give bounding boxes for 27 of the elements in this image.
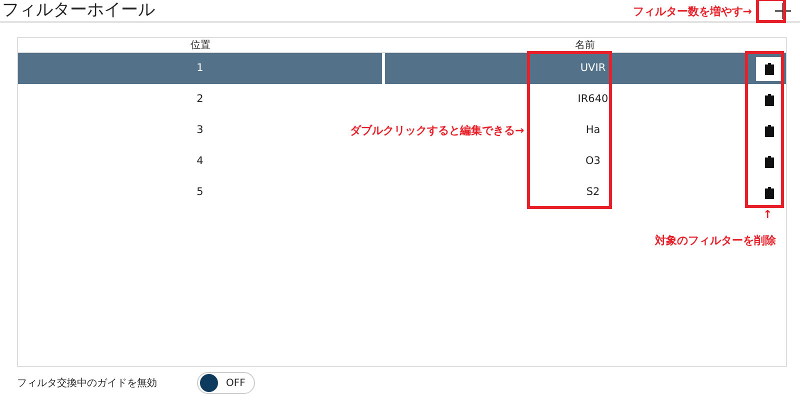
annotation-text: ↑ [763,209,772,220]
annotation-box [756,0,786,23]
annotation-text: ダブルクリックすると編集できる→ [350,125,524,136]
position-cell[interactable]: 5 [196,186,204,198]
name-cell-text: IR640 [576,92,610,107]
toggle-switch[interactable]: OFF [197,372,255,394]
position-cell[interactable]: 4 [196,154,204,167]
position-cell[interactable]: 3 [196,124,204,136]
annotation-text: フィルター数を増やす→ [632,6,752,17]
position-cell[interactable]: 1 [196,62,204,74]
trash-icon [764,156,774,168]
position-cell[interactable]: 2 [196,92,204,105]
page-title: フィルターホイール [2,2,155,19]
annotation-text: 対象のフィルターを削除 [655,235,776,246]
plus-icon [774,2,792,20]
name-cell-text: Ha [584,122,602,138]
delete-button[interactable] [756,56,782,80]
trash-icon [764,124,774,136]
name-cell-text: UVIR [579,60,607,76]
trash-icon [764,186,774,198]
name-cell-text: O3 [584,154,602,169]
column-header[interactable]: 位置 [18,38,383,53]
trash-icon [764,94,774,106]
name-cell-text: S2 [585,184,601,200]
toggle-label: フィルタ交換中のガイドを無効 [17,376,158,390]
column-header[interactable]: 名前 [383,38,787,53]
trash-icon [764,62,774,74]
